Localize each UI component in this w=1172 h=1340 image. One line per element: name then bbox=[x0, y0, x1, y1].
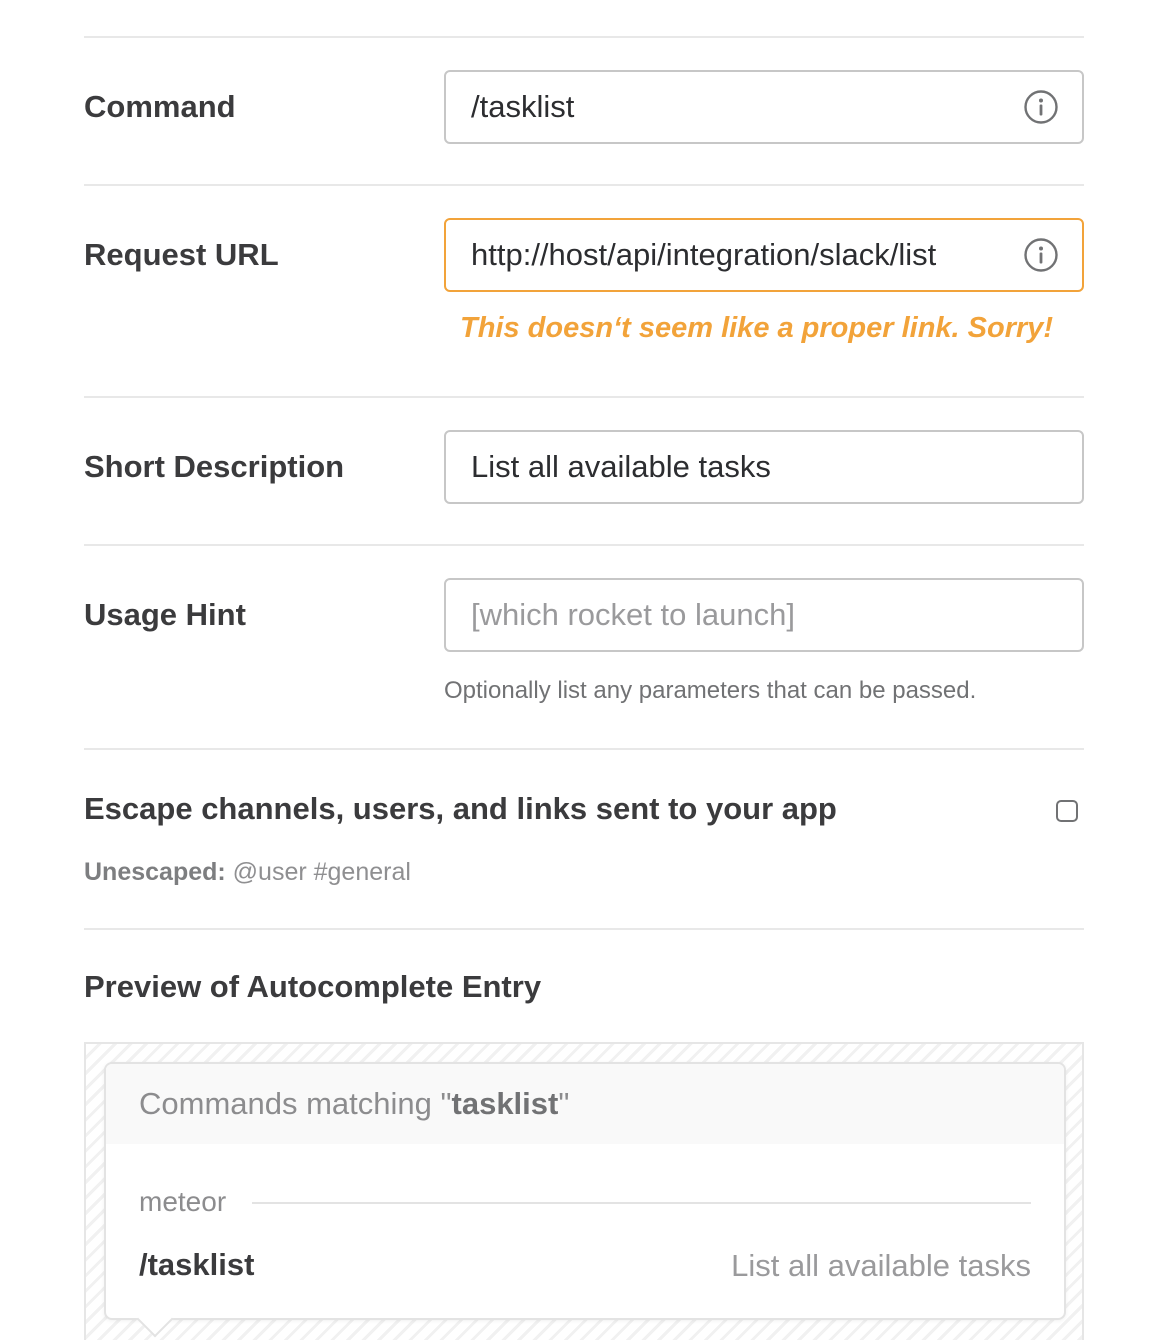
usage-hint-input[interactable]: [which rocket to launch] bbox=[444, 578, 1084, 652]
unescaped-value: @user #general bbox=[225, 858, 411, 886]
autocomplete-header-prefix: Commands matching " bbox=[139, 1086, 452, 1121]
divider bbox=[84, 748, 1084, 750]
command-input[interactable]: /tasklist bbox=[444, 70, 1084, 144]
usage-hint-label: Usage Hint bbox=[84, 597, 246, 632]
info-icon[interactable] bbox=[1024, 90, 1058, 124]
autocomplete-preview: Commands matching " tasklist " meteor /tas… bbox=[84, 1042, 1084, 1340]
autocomplete-item-description: List all available tasks bbox=[731, 1248, 1031, 1283]
command-value: /tasklist bbox=[471, 89, 575, 124]
request-url-error: This doesn‘t seem like a proper link. So… bbox=[460, 312, 1054, 344]
divider bbox=[84, 928, 1084, 930]
escape-label: Escape channels, users, and links sent t… bbox=[84, 791, 837, 826]
request-url-value: http://host/api/integration/slack/list bbox=[471, 237, 937, 272]
short-description-input[interactable]: List all available tasks bbox=[444, 430, 1084, 504]
autocomplete-header: Commands matching " tasklist " bbox=[106, 1064, 1064, 1144]
escape-checkbox[interactable] bbox=[1056, 800, 1078, 822]
autocomplete-item-command[interactable]: /tasklist bbox=[139, 1247, 254, 1283]
usage-hint-placeholder: [which rocket to launch] bbox=[471, 597, 795, 632]
slash-command-form: Command /tasklist Request URL http://hos… bbox=[84, 0, 1084, 1340]
divider bbox=[84, 396, 1084, 398]
divider bbox=[84, 36, 1084, 38]
divider bbox=[84, 544, 1084, 546]
divider bbox=[84, 184, 1084, 186]
short-description-label: Short Description bbox=[84, 449, 345, 484]
autocomplete-pointer bbox=[136, 1300, 174, 1338]
autocomplete-query: tasklist bbox=[451, 1086, 559, 1121]
group-divider bbox=[252, 1202, 1031, 1204]
unescaped-label: Unescaped: bbox=[84, 858, 226, 886]
info-icon[interactable] bbox=[1024, 238, 1058, 272]
request-url-label: Request URL bbox=[84, 237, 279, 272]
short-description-value: List all available tasks bbox=[471, 449, 771, 484]
request-url-input[interactable]: http://host/api/integration/slack/list bbox=[444, 218, 1084, 292]
autocomplete-header-suffix: " bbox=[558, 1086, 570, 1121]
preview-title: Preview of Autocomplete Entry bbox=[84, 969, 542, 1004]
autocomplete-group-label: meteor bbox=[139, 1186, 227, 1217]
usage-hint-help: Optionally list any parameters that can … bbox=[444, 677, 977, 704]
unescaped-example: Unescaped: @user #general bbox=[84, 858, 411, 887]
autocomplete-card: Commands matching " tasklist " meteor /tas… bbox=[104, 1062, 1066, 1338]
command-label: Command bbox=[84, 89, 236, 124]
